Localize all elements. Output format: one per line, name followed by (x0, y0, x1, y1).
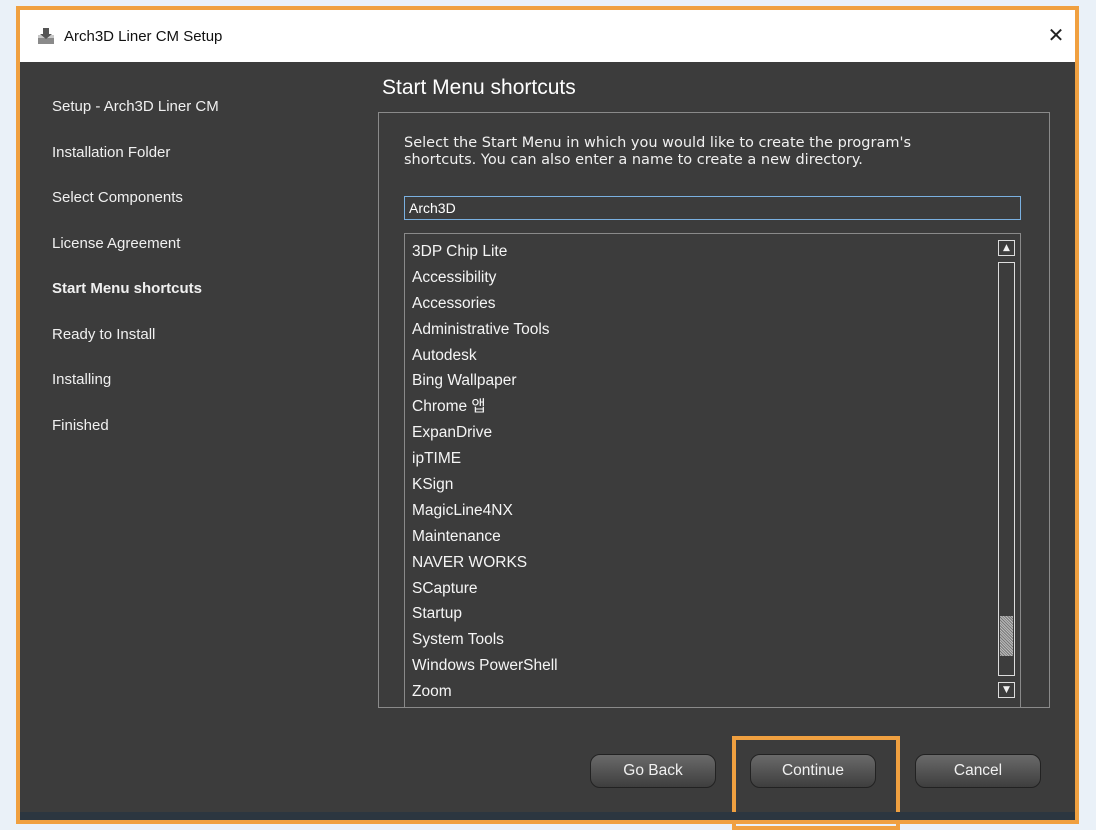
folder-list-item[interactable]: ExpanDrive (412, 420, 558, 446)
steps-sidebar: Setup - Arch3D Liner CM Installation Fol… (52, 98, 219, 462)
scroll-track[interactable] (998, 262, 1015, 676)
folder-list-item[interactable]: Accessories (412, 291, 558, 317)
folder-list-items: 3DP Chip Lite Accessibility Accessories Adm… (412, 239, 558, 705)
folder-list-item[interactable]: NAVER WORKS (412, 550, 558, 576)
folder-list-item[interactable]: ipTIME (412, 446, 558, 472)
content-panel: Select the Start Menu in which you would… (378, 112, 1050, 708)
close-icon[interactable]: ✕ (1043, 20, 1069, 50)
list-scrollbar[interactable]: ▲ ▼ (998, 240, 1017, 698)
step-start-menu-shortcuts: Start Menu shortcuts (52, 280, 203, 297)
folder-list-item[interactable]: Windows PowerShell (412, 653, 558, 679)
folder-list-item[interactable]: MagicLine4NX (412, 498, 558, 524)
description-line-2: shortcuts. You can also enter a name to … (404, 152, 863, 168)
folder-list-item[interactable]: Autodesk (412, 343, 558, 369)
folder-list-item[interactable]: KSign (412, 472, 558, 498)
scroll-thumb[interactable] (1000, 616, 1013, 656)
step-setup: Setup - Arch3D Liner CM (52, 98, 219, 115)
folder-list-item[interactable]: Startup (412, 601, 558, 627)
folder-list-item[interactable]: Bing Wallpaper (412, 368, 558, 394)
step-installation-folder: Installation Folder (52, 143, 171, 161)
cancel-button[interactable]: Cancel (915, 754, 1041, 788)
step-select-components: Select Components (52, 189, 183, 206)
folder-list-item[interactable]: Chrome 앱 (412, 394, 558, 420)
go-back-button[interactable]: Go Back (590, 754, 716, 788)
bottom-strip (20, 812, 1075, 820)
setup-window: Arch3D Liner CM Setup ✕ Setup - Arch3D L… (16, 6, 1079, 830)
window-title: Arch3D Liner CM Setup (64, 27, 223, 45)
scroll-down-icon[interactable]: ▼ (998, 682, 1015, 698)
step-installing: Installing (52, 371, 112, 388)
folder-list-item[interactable]: Zoom (412, 679, 558, 705)
start-menu-folder-input[interactable] (404, 196, 1021, 220)
folder-list-item[interactable]: Maintenance (412, 524, 558, 550)
step-license-agreement: License Agreement (52, 234, 181, 252)
installer-app-icon (38, 28, 54, 44)
page-title: Start Menu shortcuts (382, 76, 576, 99)
folder-list-item[interactable]: SCapture (412, 576, 558, 602)
step-ready-to-install: Ready to Install (52, 325, 156, 343)
scroll-up-icon[interactable]: ▲ (998, 240, 1015, 256)
folder-list-item[interactable]: System Tools (412, 627, 558, 653)
title-bar: Arch3D Liner CM Setup ✕ (20, 10, 1075, 62)
step-finished: Finished (52, 416, 109, 434)
folder-list-item[interactable]: Accessibility (412, 265, 558, 291)
start-menu-folder-list[interactable]: 3DP Chip Lite Accessibility Accessories Adm… (404, 233, 1021, 708)
folder-list-item[interactable]: Administrative Tools (412, 317, 558, 343)
folder-list-item[interactable]: 3DP Chip Lite (412, 239, 558, 265)
description: Select the Start Menu in which you would… (404, 135, 1044, 169)
description-line-1: Select the Start Menu in which you would… (404, 135, 911, 151)
